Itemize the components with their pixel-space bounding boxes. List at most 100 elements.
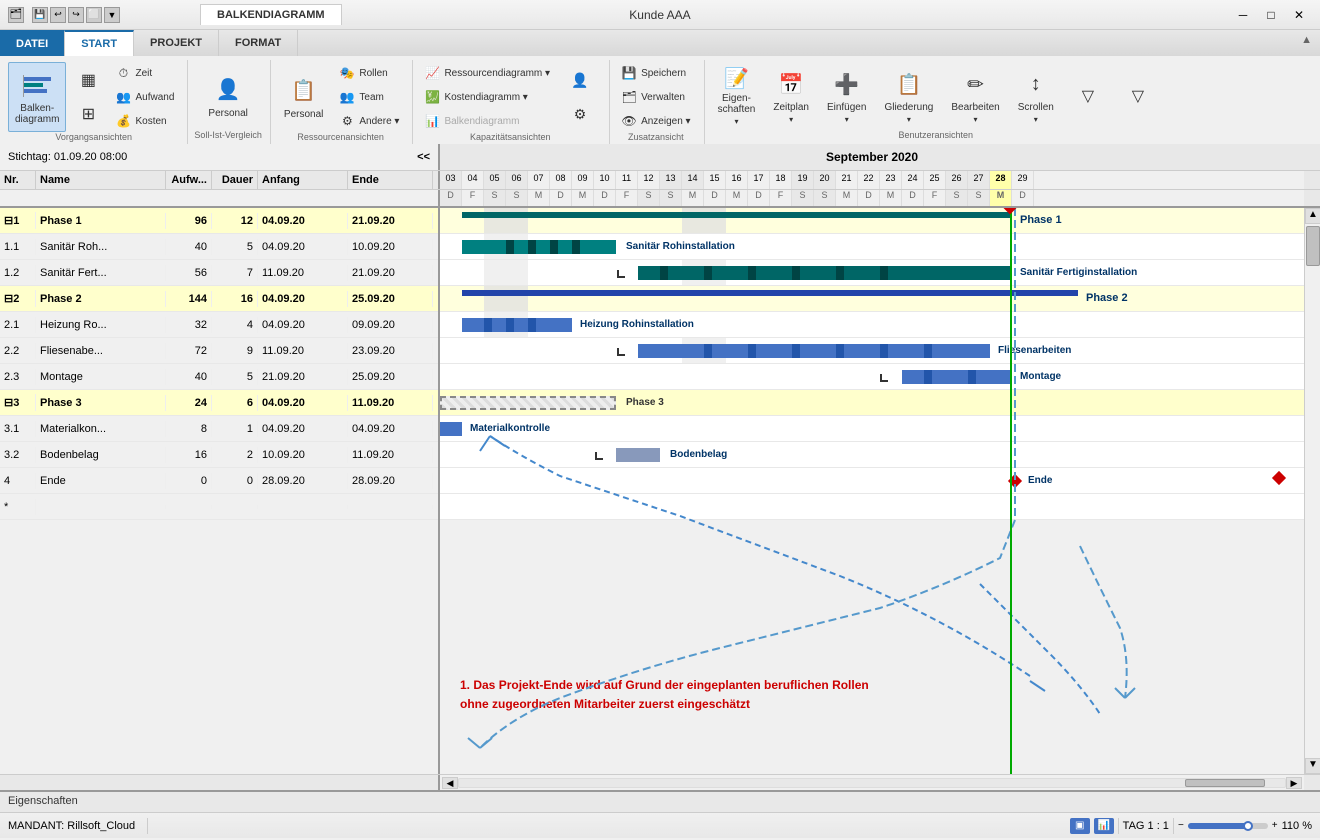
table-row-empty[interactable]: * <box>0 494 438 520</box>
tab-start[interactable]: START <box>65 30 134 56</box>
btn-filter1[interactable]: ▽ <box>1065 62 1111 130</box>
ribbon-group-kapazitaet: 📈Ressourcendiagramm ▾ 💹Kostendiagramm ▾ … <box>415 60 610 144</box>
quick-save[interactable]: 💾 <box>32 7 48 23</box>
eigenschaften-icon: 📝 <box>720 66 752 91</box>
zoom-slider-thumb[interactable] <box>1243 821 1253 831</box>
dow-S7: S <box>946 190 968 206</box>
btn-gliederung[interactable]: 📋 Gliederung▾ <box>877 62 940 130</box>
table-row-3-2[interactable]: 3.2 Bodenbelag 16 2 10.09.20 11.09.20 <box>0 442 438 468</box>
tab-datei[interactable]: DATEI <box>0 30 65 56</box>
zoom-slider[interactable] <box>1188 823 1268 829</box>
zoom-out-btn[interactable]: − <box>1178 820 1184 831</box>
col-headers-row: Nr. Name Aufw... Dauer Anfang Ende 03 04… <box>0 171 1320 190</box>
gantt-row-2-3: Montage <box>440 364 1304 390</box>
scroll-right-btn[interactable]: ▶ <box>1286 777 1302 789</box>
gantt-row-phase2: Phase 2 <box>440 286 1304 312</box>
dow-F4: F <box>924 190 946 206</box>
bar-1-2[interactable] <box>638 266 1012 280</box>
day-25: 25 <box>924 171 946 189</box>
quick-redo[interactable]: ↪ <box>68 7 84 23</box>
table-row-2-2[interactable]: 2.2 Fliesenabe... 72 9 11.09.20 23.09.20 <box>0 338 438 364</box>
dow-M3: M <box>682 190 704 206</box>
table-row-3-1[interactable]: 3.1 Materialkon... 8 1 04.09.20 04.09.20 <box>0 416 438 442</box>
scrollbar-stub3 <box>1304 190 1320 206</box>
maximize-button[interactable]: □ <box>1258 6 1284 24</box>
zoom-in-btn[interactable]: + <box>1272 820 1278 831</box>
anzeigen-icon: 👁 <box>621 113 637 129</box>
btn-bearbeiten[interactable]: ✏ Bearbeiten▾ <box>944 62 1006 130</box>
properties-label: Eigenschaften <box>8 795 78 807</box>
btn-personal-sollIst[interactable]: 👤 Personal <box>201 62 254 130</box>
btn-balkdiag-kap: 📊Balkendiagramm <box>419 110 555 132</box>
scrollbar-right[interactable]: ▲ ▼ <box>1304 208 1320 774</box>
verwalten-icon: 🗂 <box>621 89 637 105</box>
bar-2-1[interactable] <box>462 318 572 332</box>
dow-cells: D F S S M D M D F S S M D M D F S S M D … <box>440 190 1304 206</box>
table-row-1-1[interactable]: 1.1 Sanitär Roh... 40 5 04.09.20 10.09.2… <box>0 234 438 260</box>
bar-3-1[interactable] <box>440 422 462 436</box>
table-row-4[interactable]: 4 Ende 0 0 28.09.20 28.09.20 <box>0 468 438 494</box>
close-button[interactable]: ✕ <box>1286 6 1312 24</box>
table-row-1-2[interactable]: 1.2 Sanitär Fert... 56 7 11.09.20 21.09.… <box>0 260 438 286</box>
quick-window[interactable]: ⬜ <box>86 7 102 23</box>
btn-personal-kap[interactable]: 👤 <box>559 64 601 96</box>
balkendiagramm-button[interactable]: Balken-diagramm <box>8 62 66 132</box>
bar-1-1[interactable] <box>462 240 616 254</box>
day-07: 07 <box>528 171 550 189</box>
btn-aufwand[interactable]: 👥Aufwand <box>110 86 179 108</box>
btn-rollen[interactable]: 🎭Rollen <box>334 62 404 84</box>
scrollbar-h-left <box>0 775 440 790</box>
ressourcen-small: 🎭Rollen 👥Team ⚙Andere ▾ <box>334 62 404 132</box>
btn-zeitplan[interactable]: 📅 Zeitplan▾ <box>766 62 816 130</box>
dow-D1: D <box>440 190 462 206</box>
dow-spacer-left <box>0 190 440 206</box>
btn-personal-res[interactable]: 📋 Personal <box>277 63 330 131</box>
minimize-button[interactable]: ─ <box>1230 6 1256 24</box>
btn-speichern[interactable]: 💾Speichern <box>616 62 696 84</box>
btn-ressourcendiagramm[interactable]: 📈Ressourcendiagramm ▾ <box>419 62 555 84</box>
bar-2-2[interactable] <box>638 344 990 358</box>
table-row-phase1[interactable]: ⊟1 Phase 1 96 12 04.09.20 21.09.20 <box>0 208 438 234</box>
btn-maschinen-kap[interactable]: ⚙ <box>559 98 601 130</box>
status-bar: MANDANT: Rillsoft_Cloud ▣ 📊 TAG 1 : 1 − … <box>0 812 1320 838</box>
table-row-2-3[interactable]: 2.3 Montage 40 5 21.09.20 25.09.20 <box>0 364 438 390</box>
btn-scrollen[interactable]: ↕ Scrollen▾ <box>1011 62 1061 130</box>
btn-team[interactable]: 👥Team <box>334 86 404 108</box>
tab-format[interactable]: FORMAT <box>219 30 298 56</box>
btn-kosten[interactable]: 💰Kosten <box>110 110 179 132</box>
th-aufw: Aufw... <box>166 171 212 189</box>
btn-anzeigen[interactable]: 👁Anzeigen ▾ <box>616 110 696 132</box>
scrollbar-h-track <box>458 778 1286 788</box>
btn-andere[interactable]: ⚙Andere ▾ <box>334 110 404 132</box>
btn-eigenschaften[interactable]: 📝 Eigen-schaften▾ <box>711 62 763 130</box>
scrollbar-h-thumb[interactable] <box>1185 779 1265 787</box>
filter1-icon: ▽ <box>1072 80 1104 112</box>
filter2-icon: ▽ <box>1122 80 1154 112</box>
mandant-label: MANDANT: Rillsoft_Cloud <box>8 820 135 832</box>
scroll-thumb[interactable] <box>1306 226 1320 266</box>
view-btn2[interactable]: ▦ <box>70 64 106 96</box>
scroll-left-btn[interactable]: ◀ <box>442 777 458 789</box>
table-row-phase2[interactable]: ⊟2 Phase 2 144 16 04.09.20 25.09.20 <box>0 286 438 312</box>
zusatz-content: 💾Speichern 🗂Verwalten 👁Anzeigen ▾ <box>616 62 696 132</box>
table-row-2-1[interactable]: 2.1 Heizung Ro... 32 4 04.09.20 09.09.20 <box>0 312 438 338</box>
btn-einfuegen[interactable]: ➕ Einfügen▾ <box>820 62 873 130</box>
view-btn3[interactable]: ⊞ <box>70 98 106 130</box>
btn-verwalten[interactable]: 🗂Verwalten <box>616 86 696 108</box>
stichtag-nav[interactable]: << <box>417 151 430 163</box>
vorgans-small-btns: ⏱Zeit 👥Aufwand 💰Kosten <box>110 62 179 132</box>
phase1-top-bar <box>462 212 1012 218</box>
day-09: 09 <box>572 171 594 189</box>
scroll-up-btn[interactable]: ▲ <box>1305 208 1320 224</box>
tab-projekt[interactable]: PROJEKT <box>134 30 219 56</box>
bar-2-3[interactable] <box>902 370 1012 384</box>
btn-zeit[interactable]: ⏱Zeit <box>110 62 179 84</box>
table-row-phase3[interactable]: ⊟3 Phase 3 24 6 04.09.20 11.09.20 <box>0 390 438 416</box>
scroll-down-btn[interactable]: ▼ <box>1305 758 1320 774</box>
btn-filter2[interactable]: ▽ <box>1115 62 1161 130</box>
quick-undo[interactable]: ↩ <box>50 7 66 23</box>
btn-kostendiagramm[interactable]: 💹Kostendiagramm ▾ <box>419 86 555 108</box>
quick-more[interactable]: ▼ <box>104 7 120 23</box>
main-data-area: ⊟1 Phase 1 96 12 04.09.20 21.09.20 1.1 S… <box>0 208 1320 774</box>
scrollbar-horizontal[interactable]: ◀ ▶ <box>0 774 1320 790</box>
